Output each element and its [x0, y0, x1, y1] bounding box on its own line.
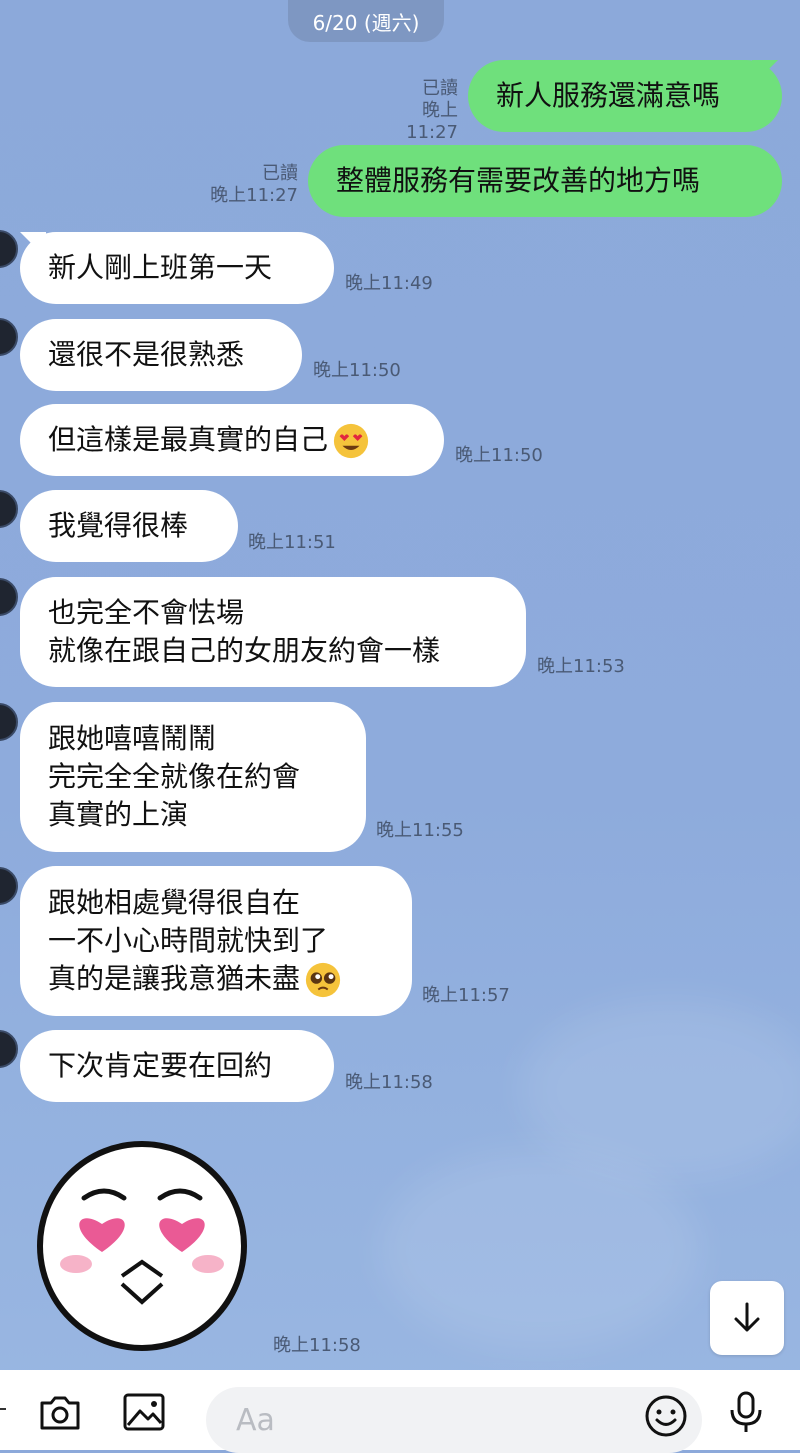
message-time: 晚上11:27 — [210, 185, 298, 206]
image-icon[interactable] — [120, 1388, 168, 1436]
heart-eyes-emoji — [333, 423, 369, 458]
read-receipt: 已讀 晚上11:27 — [406, 78, 458, 143]
message-input[interactable]: Aa — [206, 1387, 702, 1453]
message-time: 晚上11:57 — [422, 985, 510, 1006]
incoming-message[interactable]: 還很不是很熟悉 — [20, 319, 302, 391]
chat-area[interactable]: 6/20 (週六) 已讀 晚上11:27 新人服務還滿意嗎 已讀 晚上11:27 整… — [0, 0, 800, 1370]
incoming-message[interactable]: 跟她相處覺得很自在 一不小心時間就快到了 真的是讓我意猶未盡 — [20, 866, 412, 1016]
message-time: 晚上11:58 — [345, 1072, 433, 1093]
avatar[interactable] — [0, 867, 18, 905]
avatar[interactable] — [0, 578, 18, 616]
message-time: 晚上11:55 — [376, 820, 464, 841]
incoming-message[interactable]: 下次肯定要在回約 — [20, 1030, 334, 1102]
heart-eyes-blush-face-sticker[interactable] — [36, 1140, 248, 1352]
message-composer: Aa — [0, 1370, 800, 1453]
avatar[interactable] — [0, 318, 18, 356]
message-input-placeholder: Aa — [236, 1402, 275, 1438]
outgoing-message[interactable]: 新人服務還滿意嗎 — [468, 60, 782, 132]
message-time: 晚上11:49 — [345, 273, 433, 294]
message-time: 晚上11:51 — [248, 532, 336, 553]
avatar[interactable] — [0, 703, 18, 741]
emoji-icon[interactable] — [642, 1392, 690, 1440]
avatar[interactable] — [0, 230, 18, 268]
scroll-to-bottom-button[interactable] — [710, 1281, 784, 1355]
avatar[interactable] — [0, 1030, 18, 1068]
sticker-time: 晚上11:58 — [273, 1335, 361, 1356]
incoming-message[interactable]: 但這樣是最真實的自己 — [20, 404, 444, 476]
outgoing-message[interactable]: 整體服務有需要改善的地方嗎 — [308, 145, 782, 217]
arrow-down-icon — [734, 1302, 760, 1332]
incoming-message[interactable]: 跟她嘻嘻鬧鬧 完完全全就像在約會 真實的上演 — [20, 702, 366, 852]
message-time: 晚上11:53 — [537, 656, 625, 677]
read-receipt: 已讀 晚上11:27 — [210, 163, 298, 206]
plus-icon[interactable] — [0, 1408, 6, 1410]
avatar[interactable] — [0, 490, 18, 528]
camera-icon[interactable] — [36, 1388, 84, 1436]
message-time: 晚上11:27 — [406, 100, 458, 143]
microphone-icon[interactable] — [722, 1388, 770, 1436]
pleading-face-emoji — [305, 962, 341, 997]
incoming-message[interactable]: 我覺得很棒 — [20, 490, 238, 562]
incoming-message[interactable]: 新人剛上班第一天 — [20, 232, 334, 304]
message-time: 晚上11:50 — [313, 360, 401, 381]
date-label: 6/20 (週六) — [288, 0, 444, 42]
incoming-message[interactable]: 也完全不會怯場 就像在跟自己的女朋友約會一樣 — [20, 577, 526, 687]
message-time: 晚上11:50 — [455, 445, 543, 466]
